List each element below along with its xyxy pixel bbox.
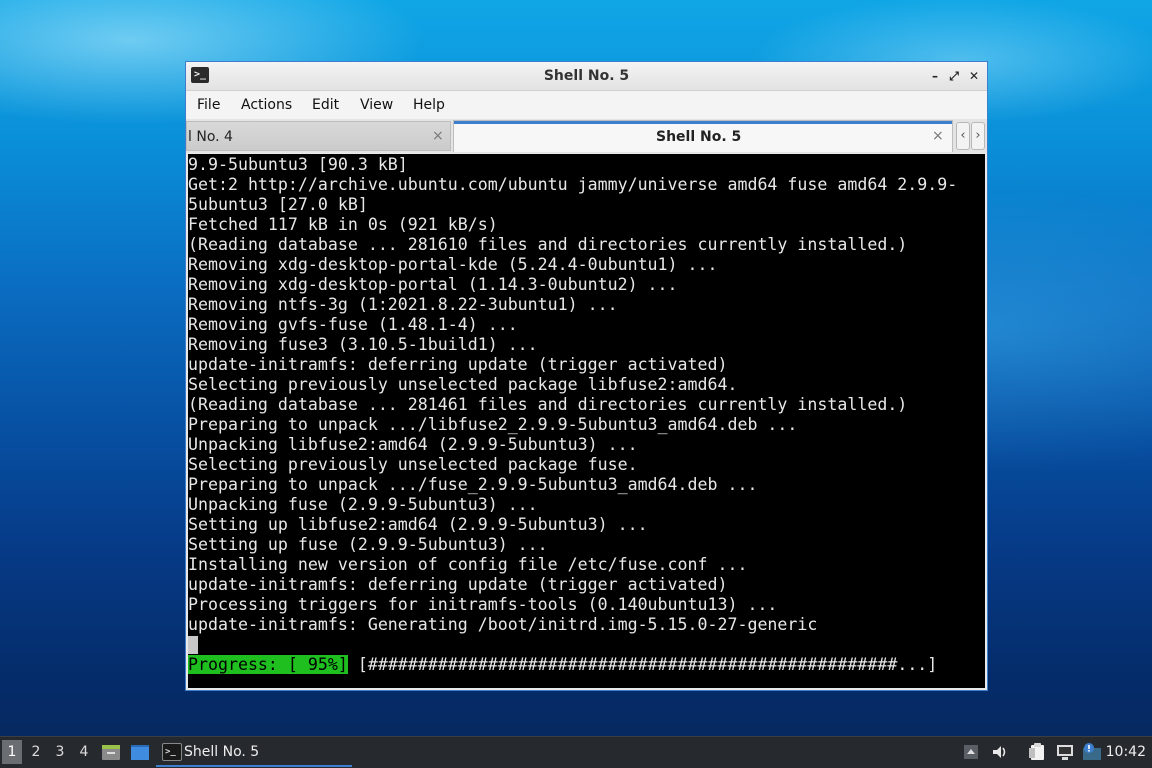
- tab-close-icon[interactable]: ×: [432, 122, 444, 150]
- progress-label: Progress: [ 95%]: [188, 655, 348, 674]
- clipboard-icon[interactable]: [1027, 742, 1047, 762]
- workspace-3[interactable]: 3: [50, 740, 70, 764]
- terminal-line: Removing xdg-desktop-portal-kde (5.24.4-…: [188, 255, 718, 274]
- clock[interactable]: 10:42: [1106, 737, 1146, 768]
- tab-scroll-right-icon[interactable]: ›: [971, 122, 985, 150]
- terminal-line: 5ubuntu3 [27.0 kB]: [188, 195, 368, 214]
- workspace-4[interactable]: 4: [74, 740, 94, 764]
- tab-scroll-left-icon[interactable]: ‹: [956, 122, 970, 150]
- tab-bar: l No. 4 × Shell No. 5 × ‹ ›: [186, 119, 987, 153]
- terminal-line: update-initramfs: Generating /boot/initr…: [188, 615, 818, 634]
- terminal-line: Selecting previously unselected package …: [188, 455, 638, 474]
- tab-label: Shell No. 5: [656, 129, 742, 145]
- terminal-line: (Reading database ... 281461 files and d…: [188, 395, 908, 414]
- terminal-cursor: [188, 636, 198, 654]
- terminal-window: >_ Shell No. 5 – ⤢ ✕ File Actions Edit V…: [185, 61, 988, 691]
- task-label: Shell No. 5: [184, 744, 260, 760]
- terminal-line: Preparing to unpack .../fuse_2.9.9-5ubun…: [188, 475, 758, 494]
- terminal-line: Unpacking libfuse2:amd64 (2.9.9-5ubuntu3…: [188, 435, 638, 454]
- terminal-line: Unpacking fuse (2.9.9-5ubuntu3) ...: [188, 495, 538, 514]
- minimize-icon[interactable]: –: [927, 68, 943, 84]
- terminal-line: Installing new version of config file /e…: [188, 555, 748, 574]
- progress-line: Progress: [ 95%] [######################…: [188, 655, 957, 675]
- terminal-line: 9.9-5ubuntu3 [90.3 kB]: [188, 155, 408, 174]
- menu-bar: File Actions Edit View Help: [186, 91, 987, 119]
- menu-actions[interactable]: Actions: [241, 91, 292, 119]
- terminal-line: Removing xdg-desktop-portal (1.14.3-0ubu…: [188, 275, 678, 294]
- terminal-output[interactable]: 9.9-5ubuntu3 [90.3 kB] Get:2 http://archi…: [188, 154, 985, 688]
- tab-shell-4[interactable]: l No. 4 ×: [186, 121, 451, 151]
- terminal-line: Removing gvfs-fuse (1.48.1-4) ...: [188, 315, 518, 334]
- terminal-line: Get:2 http://archive.ubuntu.com/ubuntu j…: [188, 175, 958, 194]
- menu-file[interactable]: File: [197, 91, 220, 119]
- close-icon[interactable]: ✕: [966, 68, 982, 84]
- terminal-line: Fetched 117 kB in 0s (921 kB/s): [188, 215, 498, 234]
- menu-edit[interactable]: Edit: [312, 91, 339, 119]
- terminal-line: Processing triggers for initramfs-tools …: [188, 595, 778, 614]
- file-manager-icon[interactable]: [101, 743, 121, 761]
- terminal-line: update-initramfs: deferring update (trig…: [188, 575, 728, 594]
- workspace-1[interactable]: 1: [2, 740, 22, 764]
- terminal-line: (Reading database ... 281610 files and d…: [188, 235, 908, 254]
- update-notification-icon[interactable]: [1081, 742, 1103, 762]
- terminal-line: Preparing to unpack .../libfuse2_2.9.9-5…: [188, 415, 798, 434]
- tab-close-icon[interactable]: ×: [932, 122, 944, 150]
- workspace-2[interactable]: 2: [26, 740, 46, 764]
- terminal-line: Setting up libfuse2:amd64 (2.9.9-5ubuntu…: [188, 515, 648, 534]
- network-icon[interactable]: [1055, 742, 1075, 762]
- window-title: Shell No. 5: [543, 68, 630, 84]
- show-desktop-icon[interactable]: [130, 743, 150, 761]
- terminal-line: Removing ntfs-3g (1:2021.8.22-3ubuntu1) …: [188, 295, 618, 314]
- terminal-line: Removing fuse3 (3.10.5-1build1) ...: [188, 335, 538, 354]
- menu-view[interactable]: View: [360, 91, 393, 119]
- volume-icon[interactable]: [990, 742, 1010, 762]
- progress-bar: [#######################################…: [347, 655, 938, 674]
- terminal-icon: >_: [162, 743, 182, 761]
- taskbar-task-shell-5[interactable]: >_ Shell No. 5: [156, 737, 352, 767]
- terminal-line: update-initramfs: deferring update (trig…: [188, 355, 728, 374]
- terminal-line: Selecting previously unselected package …: [188, 375, 738, 394]
- tray-expand-icon[interactable]: [963, 742, 979, 762]
- cursor-line: [188, 635, 957, 655]
- title-bar[interactable]: >_ Shell No. 5 – ⤢ ✕: [186, 62, 987, 91]
- terminal-line: Setting up fuse (2.9.9-5ubuntu3) ...: [188, 535, 548, 554]
- taskbar: 1 2 3 4 >_ Shell No. 5 10:42: [0, 736, 1152, 768]
- terminal-text: 9.9-5ubuntu3 [90.3 kB] Get:2 http://archi…: [188, 155, 957, 675]
- menu-help[interactable]: Help: [413, 91, 445, 119]
- maximize-icon[interactable]: ⤢: [946, 68, 962, 84]
- tab-shell-5[interactable]: Shell No. 5 ×: [453, 120, 953, 152]
- tab-label: l No. 4: [188, 129, 233, 145]
